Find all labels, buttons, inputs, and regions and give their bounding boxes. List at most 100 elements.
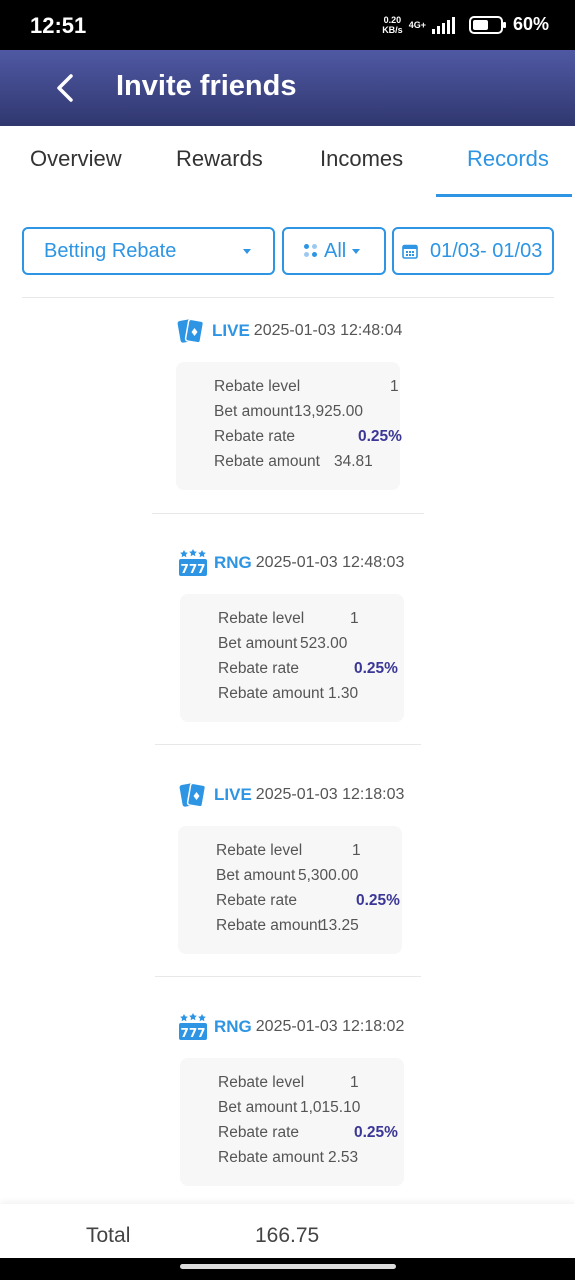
active-tab-indicator: [436, 194, 572, 197]
rebate-amount-label: Rebate amount: [218, 685, 324, 702]
rebate-type-value: Betting Rebate: [44, 239, 177, 262]
rebate-level-label: Rebate level: [214, 378, 301, 395]
rebate-rate-value: 0.25%: [356, 892, 400, 909]
divider: [22, 297, 554, 298]
tab-bar: Overview Rewards Incomes Records: [0, 126, 575, 198]
status-value: All: [324, 239, 347, 262]
chevron-left-icon: [57, 74, 73, 102]
rebate-amount-row: Rebate amount 1.30: [218, 685, 358, 703]
home-indicator[interactable]: [180, 1264, 396, 1269]
rebate-rate-label: Rebate rate: [218, 1124, 299, 1141]
system-nav-bar: [0, 1258, 575, 1280]
bet-amount-value: 5,300.00: [298, 867, 359, 884]
bet-amount-value: 1,015.10: [300, 1099, 361, 1116]
rebate-rate-row: Rebate rate 0.25%: [214, 428, 402, 446]
svg-text:777: 777: [180, 1026, 205, 1040]
rebate-level-row: Rebate level 1: [218, 1074, 359, 1092]
rebate-rate-label: Rebate rate: [216, 892, 297, 909]
grid-dots-icon: [304, 244, 318, 258]
total-label: Total: [86, 1224, 131, 1247]
bet-amount-value: 13,925.00: [294, 403, 363, 420]
rebate-amount-value: 1.30: [328, 685, 359, 702]
rebate-level-row: Rebate level 1: [214, 378, 399, 396]
record-card: Rebate level 1 Bet amount 523.00 Rebate rate…: [180, 594, 404, 722]
rebate-rate-label: Rebate rate: [218, 660, 299, 677]
rebate-level-label: Rebate level: [218, 1074, 305, 1091]
status-indicators: 0.20 KB/s 4G+ 60%: [382, 14, 549, 35]
record-card: Rebate level 1 Bet amount 13,925.00 Rebate r…: [176, 362, 402, 490]
rebate-level-value: 1: [350, 610, 359, 627]
date-range-value: 01/03- 01/03: [430, 239, 543, 262]
record-time: 2025-01-03 12:48:04: [253, 322, 403, 339]
bet-amount-label: Bet amount: [218, 635, 298, 652]
rebate-amount-label: Rebate amount: [218, 1149, 324, 1166]
bet-amount-row: Bet amount 523.00: [218, 635, 347, 653]
divider: [155, 744, 421, 745]
rebate-amount-value: 13.25: [320, 917, 359, 934]
bet-amount-row: Bet amount 5,300.00: [216, 867, 358, 885]
record-card: Rebate level 1 Bet amount 5,300.00 Rebate ra…: [178, 826, 402, 954]
rebate-level-value: 1: [390, 378, 399, 395]
record-card: Rebate level 1 Bet amount 1,015.10 Rebate ra…: [180, 1058, 404, 1186]
record-time: 2025-01-03 12:18:02: [255, 1018, 405, 1035]
caret-down-icon: [352, 249, 360, 254]
bet-amount-label: Bet amount: [218, 1099, 298, 1116]
record-header: 777 RNG 2025-01-03 12:18:02: [178, 1012, 404, 1042]
bet-amount-row: Bet amount 1,015.10: [218, 1099, 360, 1117]
rebate-amount-label: Rebate amount: [216, 917, 322, 934]
record-time: 2025-01-03 12:48:03: [255, 554, 405, 571]
bet-amount-label: Bet amount: [214, 403, 294, 420]
rebate-level-label: Rebate level: [218, 610, 305, 627]
record-header: LIVE 2025-01-03 12:18:03: [178, 780, 404, 810]
battery-icon: [468, 15, 506, 34]
playing-cards-icon: [177, 318, 205, 344]
tab-incomes[interactable]: Incomes: [320, 146, 403, 172]
record-header: LIVE 2025-01-03 12:48:04: [176, 316, 402, 346]
rebate-amount-value: 34.81: [334, 453, 373, 470]
network-type: 4G+: [408, 19, 426, 30]
rebate-rate-value: 0.25%: [354, 1124, 398, 1141]
record-time: 2025-01-03 12:18:03: [255, 786, 405, 803]
game-type: RNG: [214, 553, 252, 572]
battery-percentage: 60%: [512, 14, 549, 34]
calendar-icon: [402, 244, 418, 259]
tab-rewards[interactable]: Rewards: [176, 146, 263, 172]
bet-amount-label: Bet amount: [216, 867, 296, 884]
caret-down-icon: [243, 249, 251, 254]
back-button[interactable]: [44, 66, 88, 110]
page-title: Invite friends: [116, 70, 297, 102]
signal-icon: [431, 16, 455, 34]
record-header: 777 RNG 2025-01-03 12:48:03: [178, 548, 404, 578]
slot-777-icon: 777: [179, 1013, 207, 1040]
divider: [152, 513, 424, 514]
status-time: 12:51: [30, 13, 87, 38]
total-footer: Total 166.75: [0, 1204, 575, 1260]
rebate-amount-row: Rebate amount 13.25: [216, 917, 359, 935]
rebate-rate-row: Rebate rate 0.25%: [218, 660, 398, 678]
rebate-amount-row: Rebate amount 34.81: [214, 453, 373, 471]
svg-text:777: 777: [180, 562, 205, 576]
rebate-type-dropdown[interactable]: Betting Rebate: [22, 227, 275, 275]
rebate-amount-value: 2.53: [328, 1149, 359, 1166]
rebate-rate-row: Rebate rate 0.25%: [218, 1124, 398, 1142]
date-range-picker[interactable]: 01/03- 01/03: [392, 227, 554, 275]
rebate-rate-row: Rebate rate 0.25%: [216, 892, 400, 910]
tab-records[interactable]: Records: [467, 146, 549, 172]
network-speed: 0.20 KB/s: [382, 14, 403, 35]
rebate-rate-label: Rebate rate: [214, 428, 295, 445]
game-type: LIVE: [214, 785, 252, 804]
rebate-level-row: Rebate level 1: [218, 610, 359, 628]
status-bar: 12:51 0.20 KB/s 4G+ 60%: [0, 0, 575, 50]
rebate-amount-label: Rebate amount: [214, 453, 320, 470]
total-value: 166.75: [255, 1224, 320, 1247]
rebate-level-label: Rebate level: [216, 842, 303, 859]
bet-amount-row: Bet amount 13,925.00: [214, 403, 363, 421]
rebate-level-row: Rebate level 1: [216, 842, 361, 860]
game-type: RNG: [214, 1017, 252, 1036]
status-dropdown[interactable]: All: [282, 227, 386, 275]
divider: [155, 976, 421, 977]
playing-cards-icon: [179, 782, 207, 808]
app-header: Invite friends: [0, 50, 575, 126]
rebate-rate-value: 0.25%: [354, 660, 398, 677]
tab-overview[interactable]: Overview: [30, 146, 122, 172]
